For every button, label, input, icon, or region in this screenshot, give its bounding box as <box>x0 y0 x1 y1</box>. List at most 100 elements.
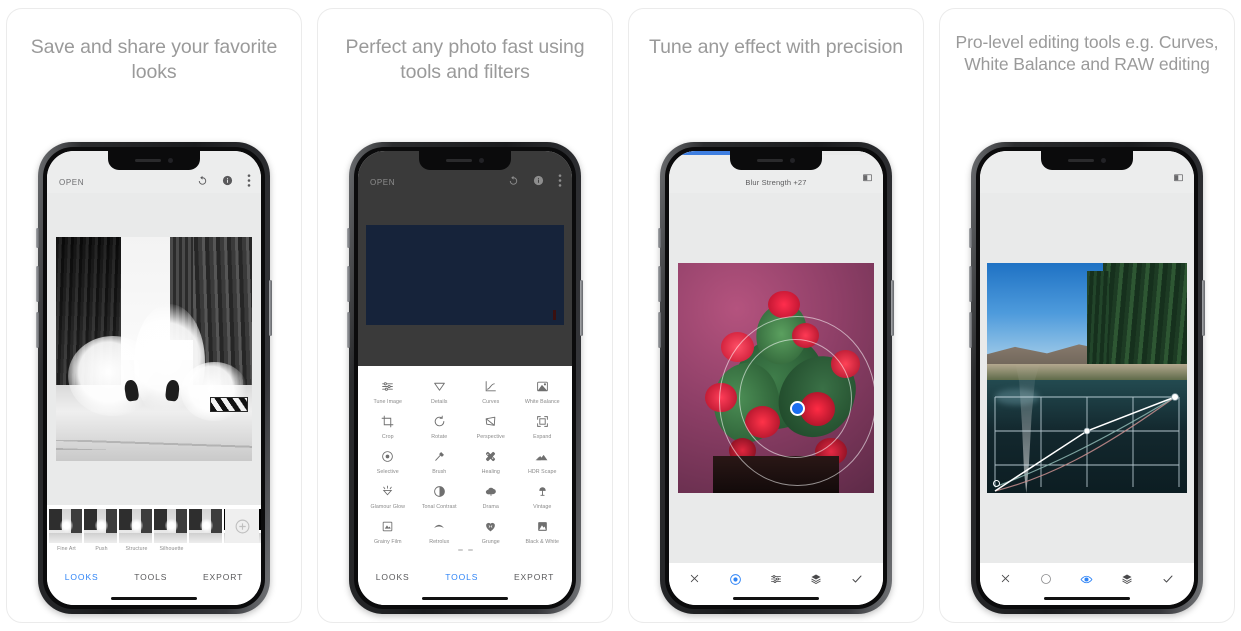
tool-label: Crop <box>381 434 394 440</box>
tool-curves[interactable]: Curves <box>465 373 517 406</box>
tool-tune-image[interactable]: Tune Image <box>362 373 414 406</box>
tonal-contrast-icon <box>433 482 446 501</box>
edited-photo-dim <box>366 225 564 325</box>
tab-tools[interactable]: TOOLS <box>445 572 478 582</box>
grainy-film-icon <box>381 517 394 536</box>
app-screen-1: OPEN Fine Art Push Structure Silhouette … <box>47 151 261 605</box>
earpiece-speaker <box>135 159 161 162</box>
curves-editor-overlay[interactable] <box>987 263 1187 493</box>
look-thumbnail[interactable] <box>119 509 152 543</box>
tool-healing[interactable]: Healing <box>465 443 517 476</box>
tool-selective[interactable]: Selective <box>362 443 414 476</box>
tool-grunge[interactable]: Grunge <box>465 513 517 546</box>
selective-radius-inner[interactable] <box>738 338 853 459</box>
info-icon[interactable] <box>533 175 544 186</box>
look-thumbnail[interactable] <box>259 509 261 543</box>
tool-vintage[interactable]: Vintage <box>517 478 569 511</box>
curve-control-point-low[interactable] <box>993 480 1000 487</box>
close-x-icon[interactable] <box>689 573 700 584</box>
tool-expand[interactable]: Expand <box>517 408 569 441</box>
check-confirm-icon[interactable] <box>1162 573 1174 585</box>
info-icon[interactable] <box>222 175 233 186</box>
tool-white-balance[interactable]: White Balance <box>517 373 569 406</box>
tool-label: White Balance <box>524 399 560 405</box>
card-2-headline: Perfect any photo fast using tools and f… <box>345 36 585 83</box>
home-indicator <box>422 596 508 600</box>
look-label: Silhouette <box>159 546 184 552</box>
phone-power-button <box>891 280 894 336</box>
front-camera <box>1101 158 1106 163</box>
phone-volume-down-button <box>36 312 39 348</box>
tune-sliders-icon <box>381 377 394 396</box>
look-thumbnail[interactable] <box>154 509 187 543</box>
page-dot[interactable] <box>457 549 463 551</box>
tab-looks[interactable]: LOOKS <box>65 572 99 582</box>
tool-rotate[interactable]: Rotate <box>414 408 466 441</box>
curve-control-point-mid <box>1083 427 1091 435</box>
phone-volume-up-button <box>347 266 350 302</box>
tab-tools[interactable]: TOOLS <box>134 572 167 582</box>
tool-brush[interactable]: Brush <box>414 443 466 476</box>
phone-volume-down-button <box>658 312 661 348</box>
undo-redo-icon[interactable] <box>197 175 208 186</box>
crop-icon <box>381 412 394 431</box>
tool-perspective[interactable]: Perspective <box>465 408 517 441</box>
tab-export[interactable]: EXPORT <box>514 572 554 582</box>
tool-label: Tune Image <box>373 399 403 405</box>
layers-stack-icon[interactable] <box>1121 573 1133 585</box>
tab-export[interactable]: EXPORT <box>203 572 243 582</box>
rotate-icon <box>433 412 446 431</box>
phone-volume-down-button <box>347 312 350 348</box>
half-moon-icon[interactable] <box>1040 573 1052 585</box>
tool-retrolux[interactable]: Retrolux <box>414 513 466 546</box>
perspective-icon <box>484 412 497 431</box>
tab-looks[interactable]: LOOKS <box>376 572 410 582</box>
add-look-icon[interactable] <box>225 509 259 543</box>
screenshot-card-2: Perfect any photo fast using tools and f… <box>317 8 613 623</box>
phone-power-button <box>580 280 583 336</box>
glamour-glow-icon <box>381 482 394 501</box>
look-thumbnail[interactable] <box>84 509 117 543</box>
tool-hdr-scape[interactable]: HDR Scape <box>517 443 569 476</box>
tool-drama[interactable]: Drama <box>465 478 517 511</box>
phone-notch <box>1041 151 1133 170</box>
close-x-icon[interactable] <box>1000 573 1011 584</box>
eye-preview-icon[interactable] <box>1080 573 1093 586</box>
tool-label: Grunge <box>481 539 500 545</box>
front-camera <box>168 158 173 163</box>
earpiece-speaker <box>446 159 472 162</box>
tool-details[interactable]: Details <box>414 373 466 406</box>
look-thumbnail[interactable] <box>189 509 222 543</box>
selective-target-icon[interactable] <box>729 573 742 586</box>
look-thumbnail[interactable] <box>49 509 82 543</box>
white-balance-icon <box>536 377 549 396</box>
tool-tonal-contrast[interactable]: Tonal Contrast <box>414 478 466 511</box>
undo-redo-icon[interactable] <box>508 175 519 186</box>
adjust-sliders-icon[interactable] <box>770 573 782 585</box>
photo-canvas-3[interactable] <box>669 193 883 563</box>
page-dot[interactable] <box>467 549 473 551</box>
photo-canvas-2[interactable]: Tune Image Details Curves White Balance … <box>358 193 572 563</box>
tools-grid: Tune Image Details Curves White Balance … <box>362 373 568 546</box>
photo-canvas-1[interactable] <box>47 193 261 505</box>
tool-label: Curves <box>482 399 500 405</box>
tool-glamour-glow[interactable]: Glamour Glow <box>362 478 414 511</box>
selective-control-point[interactable] <box>789 401 805 416</box>
compare-split-icon[interactable] <box>862 170 873 188</box>
open-button[interactable]: OPEN <box>370 178 395 187</box>
tool-label: Healing <box>481 469 500 475</box>
tool-crop[interactable]: Crop <box>362 408 414 441</box>
phone-volume-up-button <box>658 266 661 302</box>
tool-grainy-film[interactable]: Grainy Film <box>362 513 414 546</box>
phone-notch <box>108 151 200 170</box>
screenshot-card-1: Save and share your favorite looks OPEN <box>6 8 302 623</box>
overflow-menu-icon[interactable] <box>558 174 562 187</box>
tool-black-and-white[interactable]: Black & White <box>517 513 569 546</box>
compare-split-icon[interactable] <box>1173 170 1184 188</box>
overflow-menu-icon[interactable] <box>247 174 251 187</box>
open-button[interactable]: OPEN <box>59 178 84 187</box>
layers-stack-icon[interactable] <box>810 573 822 585</box>
photo-canvas-4[interactable] <box>980 193 1194 563</box>
check-confirm-icon[interactable] <box>851 573 863 585</box>
triangle-details-icon <box>433 377 446 396</box>
